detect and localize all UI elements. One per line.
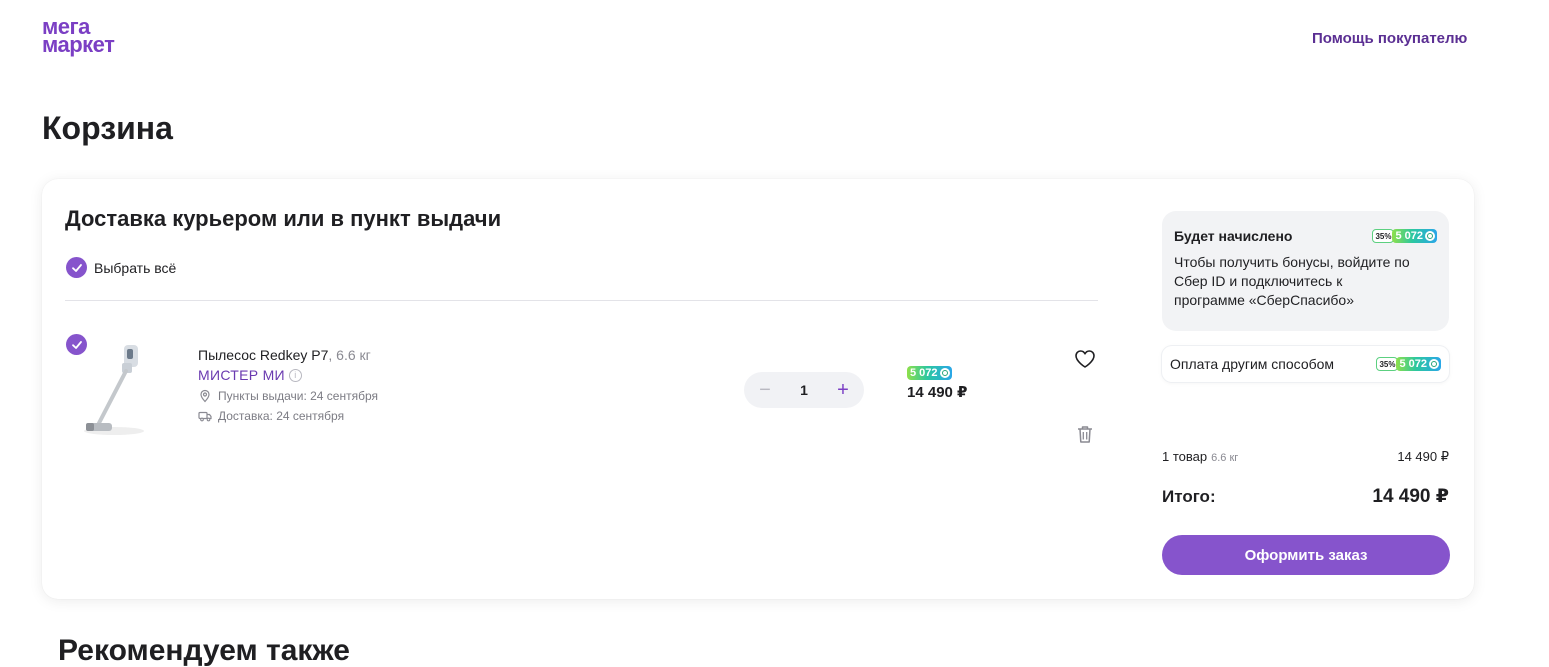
truck-icon bbox=[198, 411, 212, 422]
trash-icon[interactable] bbox=[1076, 424, 1094, 444]
bonus-amount: 5 072 bbox=[1395, 230, 1423, 242]
item-weight: , 6.6 кг bbox=[328, 347, 371, 363]
select-all-checkbox[interactable]: Выбрать всё bbox=[66, 257, 176, 278]
seller: МИСТЕР МИ i bbox=[198, 367, 378, 383]
total-label: Итого: bbox=[1162, 487, 1216, 506]
delivery-section-title: Доставка курьером или в пункт выдачи bbox=[65, 206, 502, 231]
bonus-amount: 5 072 bbox=[910, 367, 938, 379]
total-value: 14 490 ₽ bbox=[1372, 486, 1449, 507]
recommendations-title: Рекомендуем также bbox=[58, 634, 350, 667]
location-pin-icon bbox=[200, 389, 210, 403]
bonus-amount-pill: 5 072 bbox=[1396, 357, 1441, 371]
item-name[interactable]: Пылесос Redkey P7, 6.6 кг bbox=[198, 347, 378, 363]
cart-page: мега маркет Помощь покупателю Корзина До… bbox=[0, 0, 1549, 667]
product-image[interactable] bbox=[76, 339, 156, 439]
select-all-label: Выбрать всё bbox=[94, 259, 177, 276]
logo-line-2: маркет bbox=[42, 32, 115, 57]
heart-icon[interactable] bbox=[1074, 349, 1096, 369]
checkbox-checked-icon bbox=[66, 257, 87, 278]
item-title[interactable]: Пылесос Redkey P7 bbox=[198, 347, 328, 363]
page-title: Корзина bbox=[42, 110, 173, 146]
pickup-info: Пункты выдачи: 24 сентября bbox=[198, 389, 378, 403]
increase-quantity-button[interactable]: + bbox=[836, 379, 850, 402]
bonus-amount-pill: 5 072 bbox=[1392, 229, 1437, 243]
pickup-text: Пункты выдачи: 24 сентября bbox=[218, 389, 379, 403]
summary-value: 14 490 ₽ bbox=[1397, 449, 1449, 464]
cart-card: Доставка курьером или в пункт выдачи Выб… bbox=[42, 179, 1474, 599]
order-summary-row: 1 товар 6.6 кг 14 490 ₽ bbox=[1162, 449, 1449, 465]
seller-link[interactable]: МИСТЕР МИ bbox=[198, 367, 285, 383]
bonus-header: Будет начислено 35% 5 072 bbox=[1174, 228, 1437, 244]
bonus-info-box: Будет начислено 35% 5 072 Чтобы получить… bbox=[1162, 211, 1449, 331]
bonus-description: Чтобы получить бонусы, войдите по Сбер I… bbox=[1174, 254, 1410, 308]
sber-spasibo-icon bbox=[939, 368, 950, 378]
info-icon[interactable]: i bbox=[288, 368, 302, 382]
bonus-percent: 35% bbox=[1372, 229, 1395, 243]
order-total-row: Итого: 14 490 ₽ bbox=[1162, 485, 1449, 508]
sber-spasibo-icon bbox=[1429, 359, 1439, 369]
bonus-amount: 5 072 bbox=[1399, 358, 1427, 370]
sber-spasibo-icon bbox=[1425, 231, 1435, 241]
megamarket-logo[interactable]: мега маркет bbox=[42, 16, 115, 57]
quantity-stepper: − 1 + bbox=[744, 372, 864, 408]
bonus-badge: 35% 5 072 bbox=[1372, 229, 1437, 243]
bonus-percent: 35% bbox=[1376, 357, 1399, 371]
help-link[interactable]: Помощь покупателю bbox=[1312, 30, 1467, 47]
bonus-title: Будет начислено bbox=[1174, 228, 1293, 244]
pay-other-method-option[interactable]: Оплата другим способом 35% 5 072 bbox=[1162, 346, 1449, 382]
item-price-block: 5 072 14 490 ₽ bbox=[907, 363, 967, 401]
courier-delivery-info: Доставка: 24 сентября bbox=[198, 409, 378, 423]
summary-items: 1 товар 6.6 кг bbox=[1162, 449, 1238, 464]
summary-weight: 6.6 кг bbox=[1211, 452, 1239, 464]
item-info: Пылесос Redkey P7, 6.6 кг МИСТЕР МИ i Пу… bbox=[198, 347, 378, 423]
delivery-text: Доставка: 24 сентября bbox=[218, 409, 345, 423]
checkout-button[interactable]: Оформить заказ bbox=[1162, 535, 1450, 575]
item-price: 14 490 ₽ bbox=[907, 384, 968, 401]
bonus-badge: 5 072 bbox=[907, 366, 952, 380]
decrease-quantity-button[interactable]: − bbox=[758, 379, 772, 402]
pay-other-label: Оплата другим способом bbox=[1170, 356, 1335, 372]
divider bbox=[65, 300, 1098, 301]
summary-items-count: 1 товар bbox=[1162, 449, 1208, 464]
bonus-badge: 35% 5 072 bbox=[1376, 357, 1441, 371]
quantity-value: 1 bbox=[800, 382, 808, 398]
